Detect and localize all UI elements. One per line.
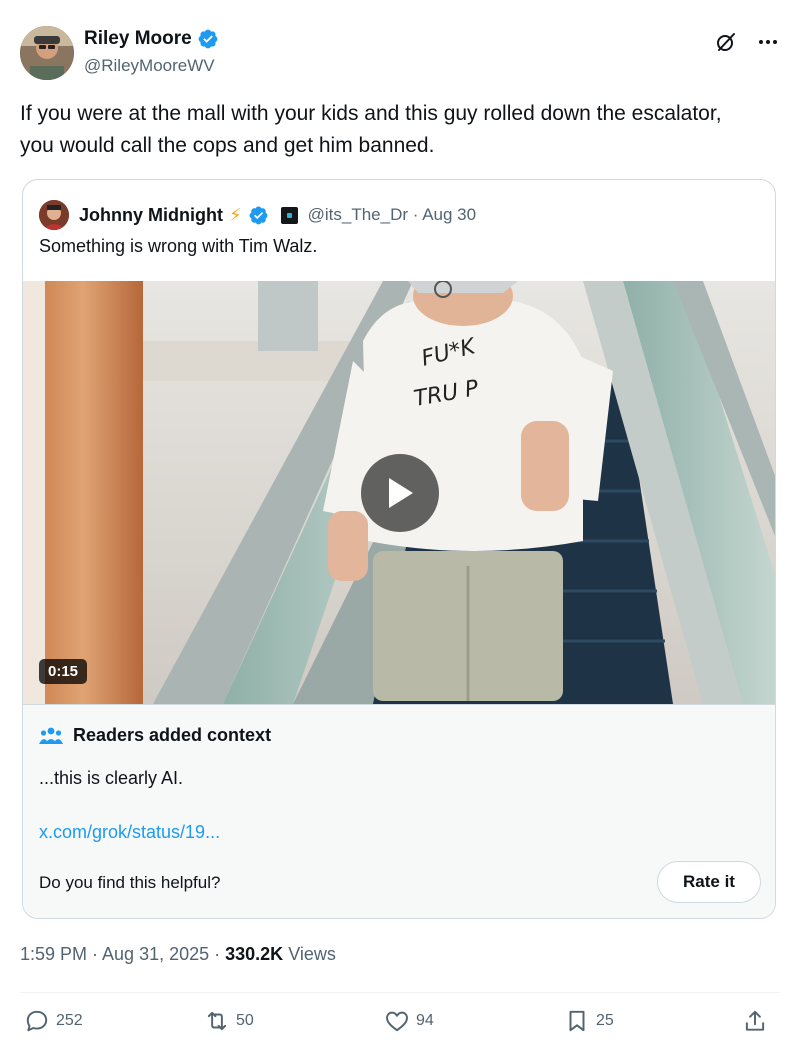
affiliate-badge-icon <box>280 206 298 224</box>
quoted-tweet-card[interactable]: Johnny Midnight ⚡ @its_The_Dr · Aug 30 S… <box>22 179 776 919</box>
share-icon <box>745 1010 765 1031</box>
bookmark-icon <box>569 1010 585 1032</box>
timestamp[interactable]: 1:59 PM · Aug 31, 2025 · <box>20 944 225 964</box>
verified-badge-icon <box>249 206 268 224</box>
repost-button[interactable]: 50 <box>204 1008 254 1034</box>
quoted-avatar[interactable] <box>39 200 69 230</box>
timestamp-views: 1:59 PM · Aug 31, 2025 · 330.2K Views <box>20 944 336 965</box>
video-duration: 0:15 <box>39 659 88 684</box>
repost-count: 50 <box>236 1012 254 1029</box>
like-button[interactable]: 94 <box>384 1008 434 1034</box>
author-avatar[interactable] <box>20 26 74 80</box>
reply-button[interactable]: 252 <box>24 1008 83 1034</box>
community-note: Readers added context ...this is clearly… <box>23 704 775 918</box>
repost-icon <box>207 1011 227 1031</box>
tweet-text: If you were at the mall with your kids a… <box>20 102 722 157</box>
reply-count: 252 <box>56 1012 83 1029</box>
author-name[interactable]: Riley Moore <box>84 28 192 50</box>
reply-icon <box>26 1010 48 1032</box>
rate-it-button[interactable]: Rate it <box>657 861 761 903</box>
author-handle[interactable]: @RileyMooreWV <box>84 56 219 76</box>
views-label: Views <box>283 944 336 964</box>
tweet-header: Riley Moore @RileyMooreWV <box>20 24 780 80</box>
lightning-emoji: ⚡ <box>228 204 242 225</box>
quoted-handle-date[interactable]: @its_The_Dr · Aug 30 <box>308 205 476 225</box>
note-source-link[interactable]: x.com/grok/status/19... <box>39 822 220 843</box>
play-icon <box>389 478 413 508</box>
play-button[interactable] <box>361 454 439 532</box>
bookmark-count: 25 <box>596 1012 614 1029</box>
verified-badge-icon <box>198 29 218 49</box>
quoted-tweet-text: Something is wrong with Tim Walz. <box>39 236 318 256</box>
divider <box>20 992 780 993</box>
helpful-question: Do you find this helpful? <box>39 873 221 892</box>
quoted-author-name[interactable]: Johnny Midnight <box>79 205 223 226</box>
people-icon <box>39 727 63 744</box>
more-icon[interactable] <box>756 30 780 54</box>
note-title: Readers added context <box>73 725 272 745</box>
grok-icon[interactable] <box>714 30 738 54</box>
note-body: ...this is clearly AI. <box>39 768 184 788</box>
share-button[interactable] <box>742 1008 768 1034</box>
bookmark-button[interactable]: 25 <box>564 1008 614 1034</box>
like-icon <box>386 1011 408 1032</box>
video-player[interactable]: FU*K TRU P 0:15 <box>23 281 775 704</box>
like-count: 94 <box>416 1012 434 1029</box>
views-count: 330.2K <box>225 944 284 964</box>
action-bar: 252 50 94 25 <box>24 1008 776 1044</box>
